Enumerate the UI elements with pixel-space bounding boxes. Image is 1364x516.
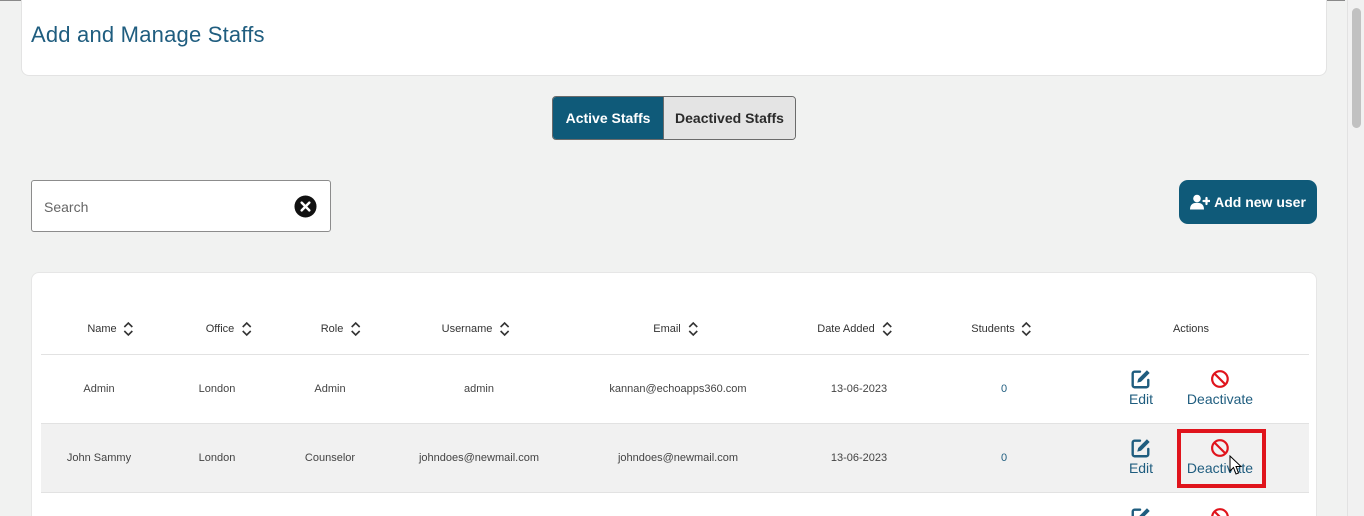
cell-username: johndoes@newmail.com <box>418 452 540 464</box>
edit-label: Edit <box>1128 391 1154 407</box>
column-header-role[interactable]: Role <box>321 321 362 337</box>
edit-icon <box>1131 508 1150 516</box>
add-new-user-label: Add new user <box>1214 194 1306 210</box>
cell-office: London <box>198 383 236 395</box>
column-label: Actions <box>1172 323 1210 335</box>
column-header-username[interactable]: Username <box>442 321 511 337</box>
cell-email: kannan@echoapps360.com <box>609 383 747 395</box>
edit-button[interactable] <box>1130 506 1152 516</box>
table-row: Admin London Admin admin kannan@echoapps… <box>41 354 1309 423</box>
add-new-user-button[interactable]: Add new user <box>1179 180 1317 224</box>
sort-icon <box>882 321 892 337</box>
cell-students[interactable]: 0 <box>1001 383 1007 395</box>
cell-name: Admin <box>83 383 115 395</box>
deactivate-label: Deactivate <box>1186 460 1254 476</box>
user-plus-icon <box>1190 194 1211 210</box>
edit-button[interactable]: Edit <box>1129 368 1153 407</box>
cell-role: Counselor <box>304 452 356 464</box>
column-label: Username <box>441 323 493 335</box>
staff-table: Name Office Role Username Email Date Add… <box>31 272 1317 516</box>
deactived-staffs-tab[interactable]: Deactived Staffs <box>663 97 795 139</box>
sort-icon <box>1022 321 1032 337</box>
active-staffs-tab[interactable]: Active Staffs <box>553 97 663 139</box>
cell-username: admin <box>464 383 494 395</box>
ban-icon <box>1211 508 1229 516</box>
close-circle-icon[interactable] <box>294 195 317 218</box>
vertical-scrollbar[interactable] <box>1347 0 1364 516</box>
cell-date-added: 13-06-2023 <box>830 383 888 395</box>
search-input[interactable] <box>44 195 284 219</box>
column-header-date-added[interactable]: Date Added <box>817 321 893 337</box>
deactivate-button[interactable] <box>1209 506 1231 516</box>
ban-icon <box>1211 370 1229 388</box>
cell-email: johndoes@newmail.com <box>617 452 739 464</box>
scrollbar-thumb[interactable] <box>1352 8 1361 128</box>
column-label: Email <box>653 323 681 335</box>
column-label: Office <box>205 323 235 335</box>
cell-date-added: 13-06-2023 <box>830 452 888 464</box>
column-header-students[interactable]: Students <box>971 321 1032 337</box>
sort-icon <box>124 321 134 337</box>
cell-name: John Sammy <box>66 452 132 464</box>
column-header-office[interactable]: Office <box>206 321 253 337</box>
header-card: Add and Manage Staffs <box>21 0 1327 76</box>
column-header-actions: Actions <box>1173 323 1209 335</box>
table-row <box>41 492 1309 516</box>
sort-icon <box>350 321 360 337</box>
deactivate-button[interactable]: Deactivate <box>1187 437 1253 476</box>
ban-icon <box>1211 439 1229 457</box>
edit-icon <box>1131 439 1150 458</box>
deactivate-button[interactable]: Deactivate <box>1187 368 1253 407</box>
table-row: John Sammy London Counselor johndoes@new… <box>41 423 1309 492</box>
sort-icon <box>688 321 698 337</box>
column-header-email[interactable]: Email <box>653 321 699 337</box>
column-label: Role <box>320 323 344 335</box>
staff-status-toggle: Active Staffs Deactived Staffs <box>552 96 796 140</box>
page-title: Add and Manage Staffs <box>31 22 265 47</box>
edit-label: Edit <box>1128 460 1154 476</box>
cell-office: London <box>198 452 236 464</box>
sort-icon <box>241 321 251 337</box>
column-label: Date Added <box>817 323 875 335</box>
column-label: Students <box>971 323 1015 335</box>
cell-role: Admin <box>314 383 346 395</box>
edit-button[interactable]: Edit <box>1129 437 1153 476</box>
cell-students[interactable]: 0 <box>1001 452 1007 464</box>
sort-icon <box>499 321 509 337</box>
edit-icon <box>1131 370 1150 389</box>
column-label: Name <box>87 323 117 335</box>
column-header-name[interactable]: Name <box>87 321 134 337</box>
search-box <box>31 180 331 232</box>
deactivate-label: Deactivate <box>1186 391 1254 407</box>
